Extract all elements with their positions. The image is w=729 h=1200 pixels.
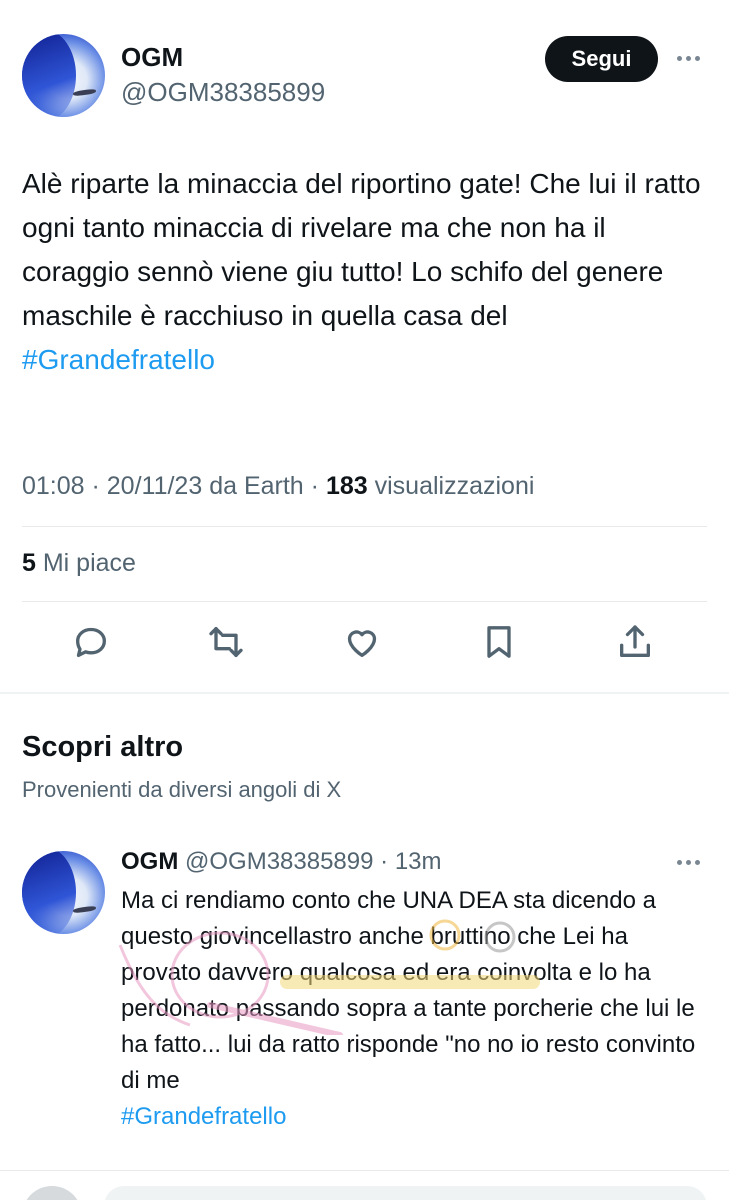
reply-icon[interactable]: [71, 622, 111, 662]
divider: [22, 601, 707, 602]
tweet-meta: 01:08 · 20/11/23 da Earth · 183 visualiz…: [22, 472, 535, 500]
compose-avatar: [22, 1186, 82, 1200]
reply-hashtag[interactable]: #Grandefratello: [121, 1099, 711, 1135]
divider: [0, 1170, 729, 1171]
tweet-detail-page: OGM @OGM38385899 Segui Alè riparte la mi…: [0, 0, 729, 1200]
tweet-source: da Earth: [209, 472, 304, 500]
author-handle[interactable]: @OGM38385899: [121, 77, 325, 108]
reply-header: OGM @OGM38385899 · 13m: [121, 848, 442, 875]
reply-text[interactable]: Ma ci rendiamo conto che UNA DEA sta dic…: [121, 883, 711, 1135]
tweet-time[interactable]: 01:08: [22, 472, 85, 500]
follow-button[interactable]: Segui: [545, 36, 658, 82]
likes-count: 5: [22, 549, 36, 577]
tweet-hashtag[interactable]: #Grandefratello: [22, 338, 712, 382]
reply-age[interactable]: 13m: [395, 848, 442, 875]
views-count: 183: [325, 472, 368, 500]
discover-subtitle: Provenienti da diversi angoli di X: [22, 777, 342, 802]
views-label: visualizzazioni: [374, 472, 535, 500]
like-icon[interactable]: [342, 622, 382, 662]
reply-author-name[interactable]: OGM: [121, 848, 178, 875]
tweet-date[interactable]: 20/11/23: [107, 472, 202, 500]
likes-label: Mi piace: [42, 549, 136, 577]
tweet-body: Alè riparte la minaccia del riportino ga…: [22, 168, 701, 331]
divider: [22, 526, 707, 527]
more-options-icon[interactable]: [677, 56, 700, 61]
tweet-text: Alè riparte la minaccia del riportino ga…: [22, 162, 712, 382]
discover-title: Scopri altro: [22, 731, 184, 763]
reply-author-handle[interactable]: @OGM38385899: [185, 848, 373, 875]
reply-author-avatar[interactable]: [22, 851, 105, 934]
author-avatar[interactable]: [22, 34, 105, 117]
share-icon[interactable]: [615, 622, 655, 662]
bookmark-icon[interactable]: [479, 622, 519, 662]
reply-compose-input[interactable]: [104, 1186, 707, 1200]
author-name[interactable]: OGM: [121, 42, 183, 73]
likes-count-link[interactable]: 5 Mi piace: [22, 549, 136, 578]
more-options-icon[interactable]: [677, 860, 700, 865]
section-separator: [0, 692, 729, 694]
retweet-icon[interactable]: [206, 622, 246, 662]
reply-body: Ma ci rendiamo conto che UNA DEA sta dic…: [121, 887, 696, 1094]
